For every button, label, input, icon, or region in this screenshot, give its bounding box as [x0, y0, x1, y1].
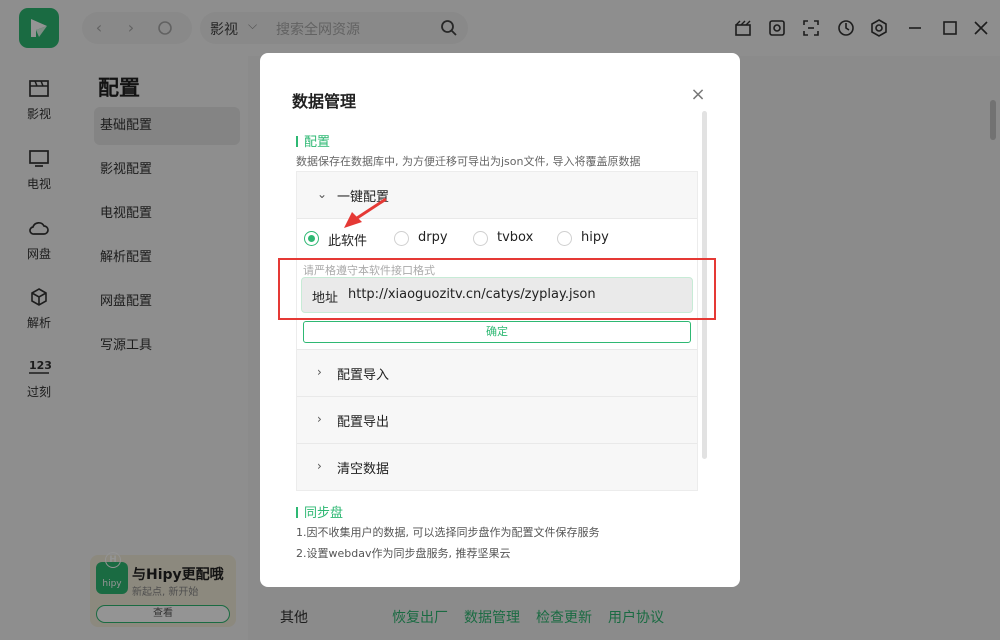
- accordion-label: 清空数据: [337, 462, 390, 477]
- sync-line-2: 2.设置webdav作为同步盘服务, 推荐坚果云: [296, 547, 511, 560]
- config-section-title: 配置: [296, 131, 330, 150]
- sync-section-title: 同步盘: [296, 502, 343, 521]
- chevron-right-icon: ›: [317, 412, 322, 426]
- sync-line-1: 1.因不收集用户的数据, 可以选择同步盘作为配置文件保存服务: [296, 526, 600, 539]
- radio-dot: [394, 231, 409, 246]
- radio-dot: [304, 231, 319, 246]
- confirm-button[interactable]: 确定: [303, 321, 691, 343]
- accordion-import[interactable]: › 配置导入: [297, 350, 697, 396]
- chevron-down-icon: ⌄: [317, 187, 328, 201]
- accordion-label: 配置导出: [337, 415, 390, 430]
- annotation-arrow-icon: [344, 197, 387, 228]
- accordion-export[interactable]: › 配置导出: [297, 397, 697, 443]
- chevron-right-icon: ›: [317, 365, 322, 379]
- radio-label: tvbox: [497, 230, 534, 245]
- radio-dot: [473, 231, 488, 246]
- annotation-highlight-box: [278, 258, 716, 320]
- chevron-right-icon: ›: [317, 459, 322, 473]
- config-section-desc: 数据保存在数据库中, 为方便迁移可导出为json文件, 导入将覆盖原数据: [296, 155, 641, 168]
- dialog-title: 数据管理: [292, 92, 357, 111]
- radio-label: hipy: [581, 230, 609, 245]
- accordion-label: 配置导入: [337, 368, 390, 383]
- radio-dot: [557, 231, 572, 246]
- data-management-dialog: 数据管理 × 配置 数据保存在数据库中, 为方便迁移可导出为json文件, 导入…: [260, 53, 740, 587]
- radio-label: drpy: [418, 230, 448, 245]
- accordion-clear[interactable]: › 清空数据: [297, 444, 697, 490]
- close-icon[interactable]: ×: [688, 85, 708, 105]
- radio-label: 此软件: [328, 234, 368, 249]
